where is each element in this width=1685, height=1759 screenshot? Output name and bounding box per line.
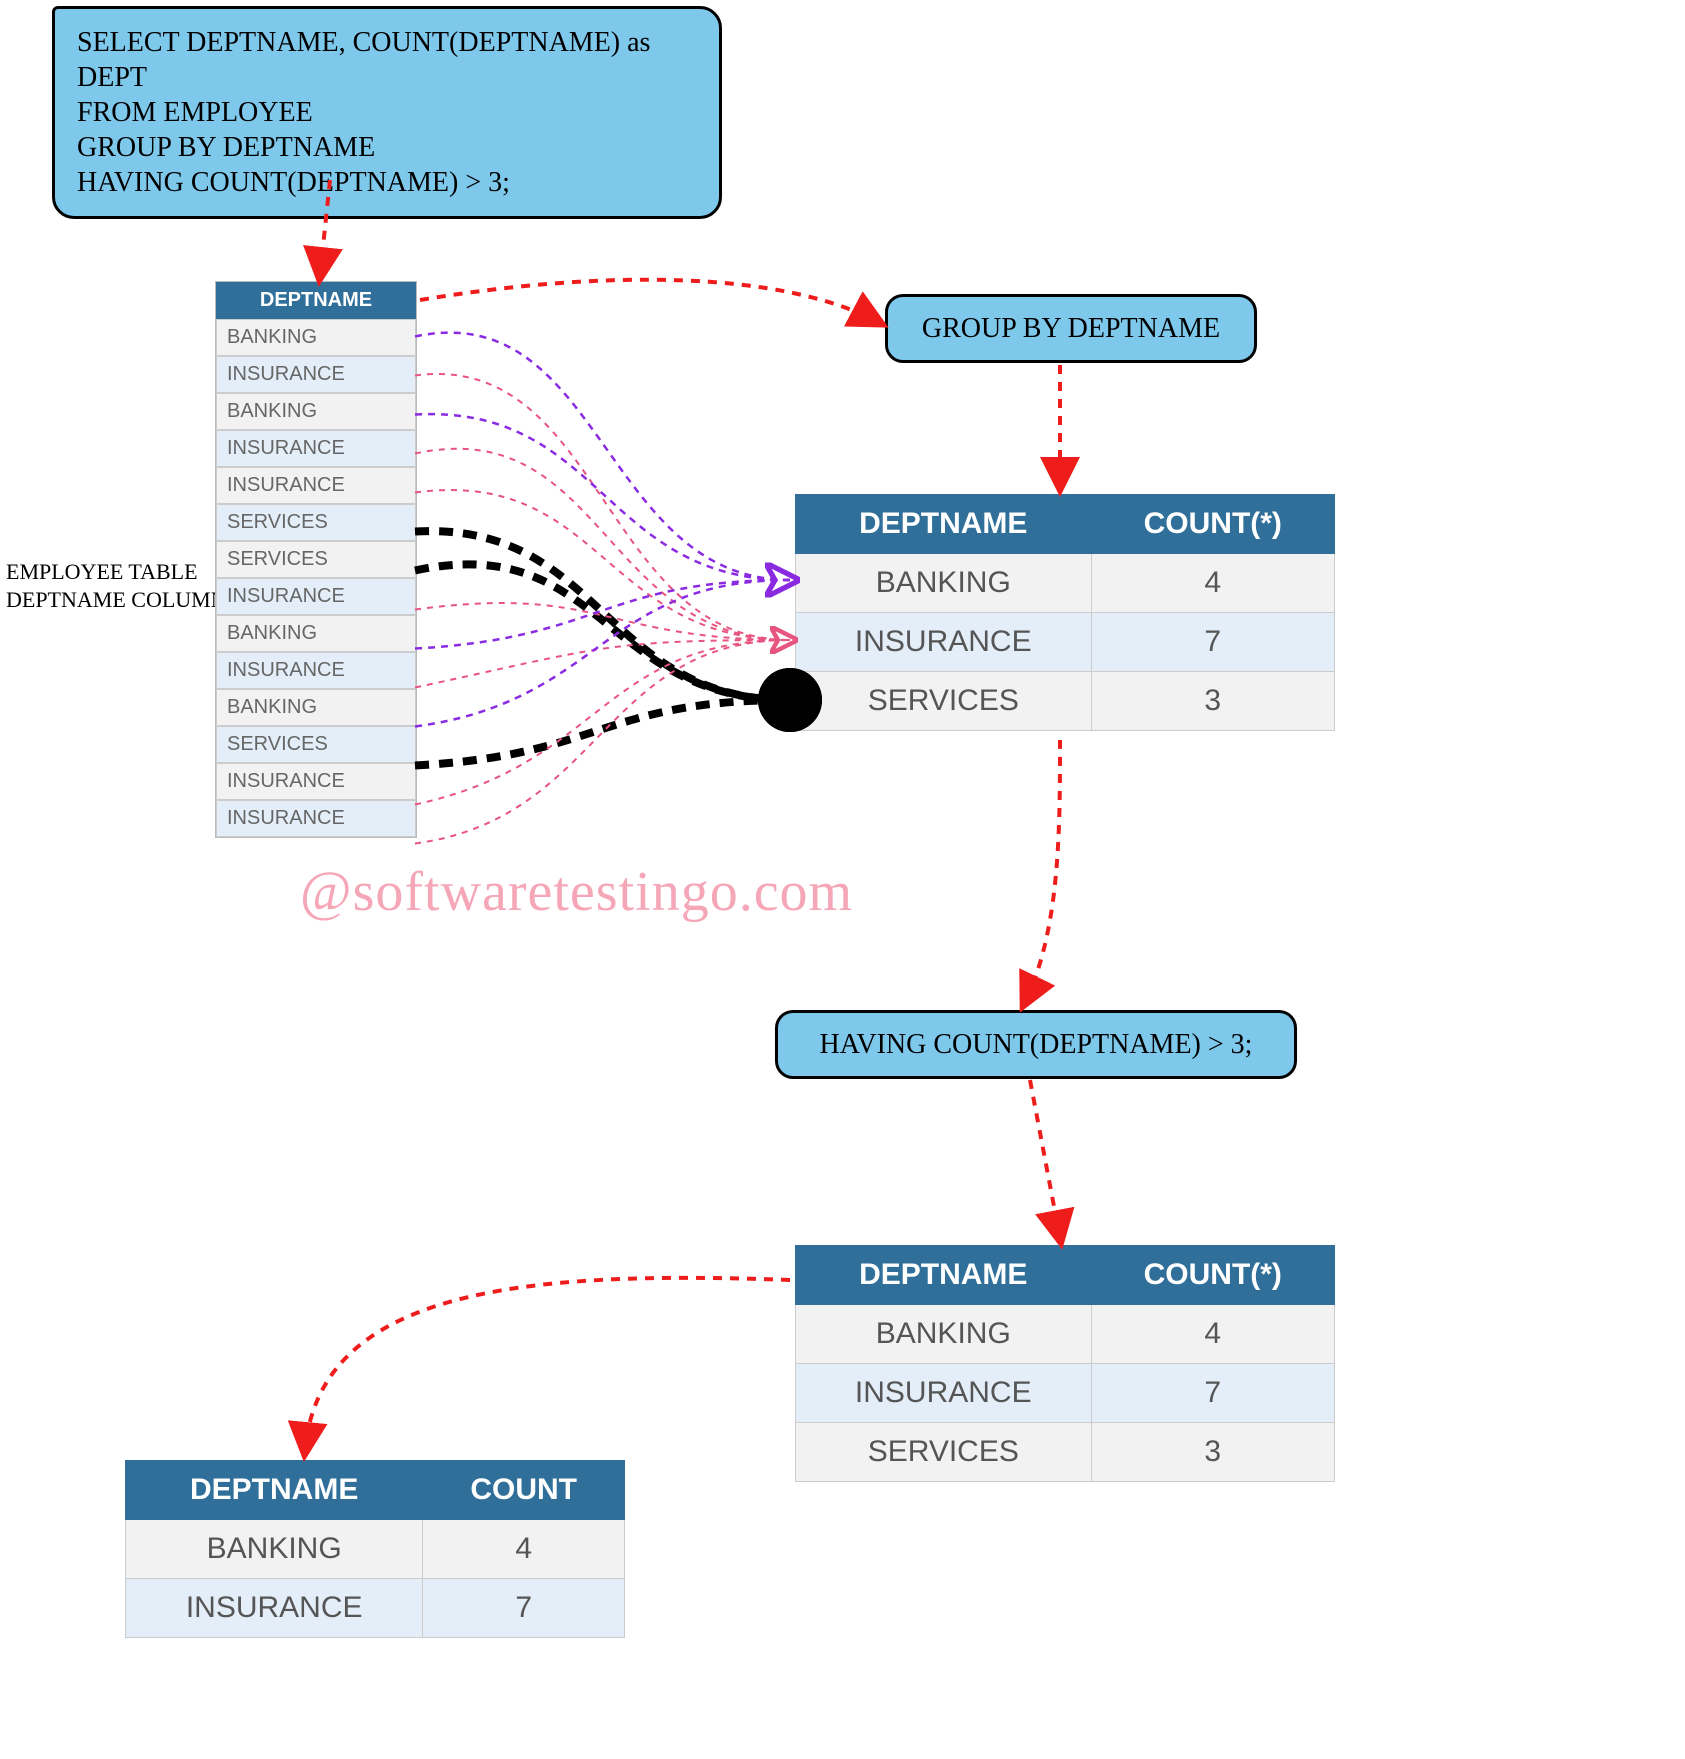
arrow-havingtable-to-final bbox=[305, 1278, 790, 1450]
group-by-box: GROUP BY DEPTNAME bbox=[885, 294, 1257, 363]
having-header-deptname: DEPTNAME bbox=[796, 1246, 1092, 1305]
row-connector-services bbox=[415, 531, 790, 700]
table-row: SERVICES3 bbox=[796, 672, 1335, 731]
table-row: BANKING4 bbox=[126, 1520, 625, 1579]
table-cell: 7 bbox=[1091, 613, 1334, 672]
table-cell: BANKING bbox=[126, 1520, 423, 1579]
deptname-column-table: DEPTNAME BANKINGINSURANCEBANKINGINSURANC… bbox=[215, 281, 417, 838]
table-cell: BANKING bbox=[796, 1305, 1092, 1364]
deptname-cell: SERVICES bbox=[216, 504, 416, 541]
row-to-group-lines bbox=[415, 333, 790, 844]
group-by-label: GROUP BY DEPTNAME bbox=[922, 313, 1220, 344]
table-row: INSURANCE7 bbox=[796, 1364, 1335, 1423]
deptname-cell: INSURANCE bbox=[216, 430, 416, 467]
table-cell: INSURANCE bbox=[796, 613, 1092, 672]
row-connector-insurance bbox=[415, 640, 790, 688]
having-box: HAVING COUNT(DEPTNAME) > 3; bbox=[775, 1010, 1297, 1079]
final-header-count: COUNT bbox=[423, 1461, 625, 1520]
table-row: BANKING4 bbox=[796, 1305, 1335, 1364]
deptname-cell: INSURANCE bbox=[216, 578, 416, 615]
employee-table-label: EMPLOYEE TABLE DEPTNAME COLUMN bbox=[6, 558, 227, 613]
row-connector-insurance bbox=[415, 603, 790, 640]
table-cell: 7 bbox=[1091, 1364, 1334, 1423]
deptname-cell: INSURANCE bbox=[216, 652, 416, 689]
deptname-cell: INSURANCE bbox=[216, 800, 416, 837]
row-connector-banking bbox=[415, 333, 790, 580]
table-cell: INSURANCE bbox=[126, 1579, 423, 1638]
deptname-cell: BANKING bbox=[216, 393, 416, 430]
table-row: SERVICES3 bbox=[796, 1423, 1335, 1482]
deptname-cell: BANKING bbox=[216, 319, 416, 356]
deptname-cell: BANKING bbox=[216, 615, 416, 652]
having-label: HAVING COUNT(DEPTNAME) > 3; bbox=[820, 1029, 1253, 1060]
row-connector-insurance bbox=[415, 374, 790, 640]
row-connector-services bbox=[415, 700, 790, 766]
sql-line-4: HAVING COUNT(DEPTNAME) > 3; bbox=[77, 165, 697, 200]
row-connector-insurance bbox=[415, 640, 790, 844]
deptname-cell: SERVICES bbox=[216, 726, 416, 763]
row-connector-insurance bbox=[415, 640, 790, 805]
table-row: BANKING4 bbox=[796, 554, 1335, 613]
table-cell: BANKING bbox=[796, 554, 1092, 613]
row-connector-insurance bbox=[415, 449, 790, 640]
deptname-cell: INSURANCE bbox=[216, 356, 416, 393]
arrow-having-to-havingtable bbox=[1030, 1080, 1060, 1238]
row-connector-banking bbox=[415, 414, 790, 580]
table-cell: SERVICES bbox=[796, 1423, 1092, 1482]
table-cell: 4 bbox=[423, 1520, 625, 1579]
row-connector-banking bbox=[415, 580, 790, 727]
table-cell: SERVICES bbox=[796, 672, 1092, 731]
table-cell: 7 bbox=[423, 1579, 625, 1638]
deptname-cell: INSURANCE bbox=[216, 467, 416, 504]
arrow-grouped-to-having bbox=[1025, 740, 1060, 1002]
table-row: INSURANCE7 bbox=[796, 613, 1335, 672]
row-connector-services bbox=[415, 564, 790, 700]
grouped-header-count: COUNT(*) bbox=[1091, 495, 1334, 554]
sql-line-3: GROUP BY DEPTNAME bbox=[77, 130, 697, 165]
sql-query-box: SELECT DEPTNAME, COUNT(DEPTNAME) as DEPT… bbox=[52, 6, 722, 219]
deptname-cell: INSURANCE bbox=[216, 763, 416, 800]
final-header-deptname: DEPTNAME bbox=[126, 1461, 423, 1520]
deptname-header: DEPTNAME bbox=[216, 282, 416, 319]
table-cell: 3 bbox=[1091, 672, 1334, 731]
diagram-stage: SELECT DEPTNAME, COUNT(DEPTNAME) as DEPT… bbox=[0, 0, 1685, 1759]
having-input-table: DEPTNAME COUNT(*) BANKING4INSURANCE7SERV… bbox=[795, 1245, 1335, 1482]
row-connector-insurance bbox=[415, 490, 790, 640]
table-row: INSURANCE7 bbox=[126, 1579, 625, 1638]
table-cell: INSURANCE bbox=[796, 1364, 1092, 1423]
having-header-count: COUNT(*) bbox=[1091, 1246, 1334, 1305]
grouped-header-deptname: DEPTNAME bbox=[796, 495, 1092, 554]
sql-line-1: SELECT DEPTNAME, COUNT(DEPTNAME) as DEPT bbox=[77, 25, 697, 95]
arrow-column-to-groupby bbox=[420, 280, 878, 322]
side-label-line1: EMPLOYEE TABLE bbox=[6, 558, 227, 586]
table-cell: 4 bbox=[1091, 554, 1334, 613]
side-label-line2: DEPTNAME COLUMN bbox=[6, 586, 227, 614]
final-result-table: DEPTNAME COUNT BANKING4INSURANCE7 bbox=[125, 1460, 625, 1638]
deptname-cell: SERVICES bbox=[216, 541, 416, 578]
row-connector-banking bbox=[415, 580, 790, 649]
sql-line-2: FROM EMPLOYEE bbox=[77, 95, 697, 130]
deptname-cell: BANKING bbox=[216, 689, 416, 726]
table-cell: 4 bbox=[1091, 1305, 1334, 1364]
table-cell: 3 bbox=[1091, 1423, 1334, 1482]
watermark-text: @softwaretestingo.com bbox=[300, 860, 853, 924]
grouped-result-table: DEPTNAME COUNT(*) BANKING4INSURANCE7SERV… bbox=[795, 494, 1335, 731]
